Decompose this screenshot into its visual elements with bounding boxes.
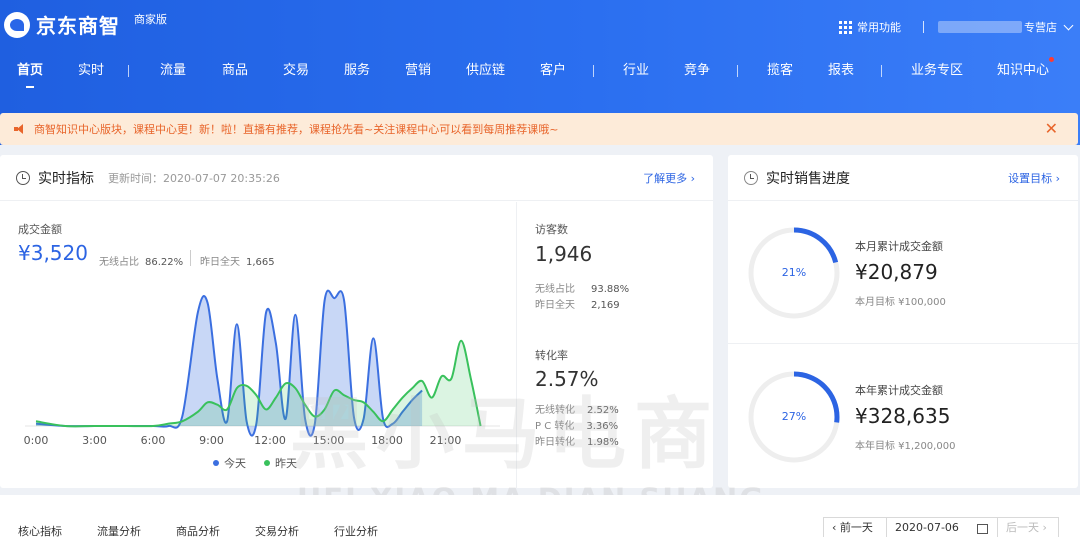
sales-divider <box>728 343 1078 344</box>
jd-logo-icon <box>4 11 30 38</box>
top-right-tools: 常用功能 专营店 <box>839 18 1080 36</box>
notice-bar: 商智知识中心版块，课程中心更！新！啦！直播有推荐，课程抢先看~关注课程中心可以看… <box>0 113 1078 145</box>
learn-more-link[interactable]: 了解更多 › <box>643 170 695 186</box>
nav-traffic[interactable]: 流量 <box>160 62 186 80</box>
tab-product-analysis[interactable]: 商品分析 <box>176 523 220 537</box>
brand-name: 京东商智 <box>36 14 120 38</box>
prev-day-label: 前一天 <box>839 521 873 534</box>
visitors-label: 访客数 <box>535 223 568 236</box>
x-tick-label: 9:00 <box>199 434 224 447</box>
gmv-wireless-value: 86.22% <box>145 257 184 268</box>
realtime-card-header: 实时指标 更新时间：2020-07-07 20:35:26 了解更多 › <box>0 155 713 201</box>
x-tick-label: 3:00 <box>82 434 107 447</box>
realtime-title: 实时指标 <box>38 170 94 187</box>
clock-icon <box>16 170 30 185</box>
nav-realtime[interactable]: 实时 <box>78 62 104 80</box>
year-label: 本年累计成交金额 <box>855 384 943 397</box>
nav-divider <box>593 65 594 77</box>
year-target: 本年目标 ¥1,200,000 <box>855 441 956 452</box>
visitors-wireless: 无线占比 93.88% <box>535 280 629 295</box>
month-target: 本月目标 ¥100,000 <box>855 297 946 308</box>
visitors-value: 1,946 <box>535 242 593 266</box>
chevron-down-icon[interactable] <box>1063 20 1074 30</box>
main-nav: 首页 实时 流量 商品 交易 服务 营销 供应链 客户 行业 竞争 揽客 报表 … <box>0 57 1080 88</box>
month-percent: 21% <box>781 266 807 279</box>
nav-marketing[interactable]: 营销 <box>405 62 431 80</box>
nav-products[interactable]: 商品 <box>222 62 248 80</box>
gmv-yesterday-label: 昨日全天 <box>200 257 240 268</box>
next-day-label: 后一天 <box>1006 521 1039 534</box>
x-tick-label: 0:00 <box>24 434 49 447</box>
month-value: ¥20,879 <box>855 260 938 284</box>
legend-dot-today <box>213 460 219 466</box>
set-target-link[interactable]: 设置目标 › <box>1008 170 1060 186</box>
set-target-label: 设置目标 <box>1008 172 1053 185</box>
notification-dot <box>1049 57 1055 62</box>
target-icon <box>744 170 758 185</box>
nav-divider <box>128 65 129 77</box>
nav-business-zone[interactable]: 业务专区 <box>911 62 963 80</box>
watermark-cn: 黑小马电商 <box>290 390 721 480</box>
shop-name-mask <box>938 21 1022 33</box>
gmv-value: ¥3,520 <box>18 241 88 265</box>
legend-dot-yesterday <box>264 460 270 466</box>
nav-knowledge-label: 知识中心 <box>997 63 1050 78</box>
gmv-yesterday: 昨日全天 1,665 <box>200 253 275 268</box>
common-functions-link[interactable]: 常用功能 <box>857 19 901 35</box>
visitors-wireless-label: 无线占比 <box>535 284 575 295</box>
nav-customers[interactable]: 客户 <box>540 62 566 80</box>
divider <box>923 21 924 33</box>
nav-supply-chain[interactable]: 供应链 <box>466 62 505 80</box>
tab-traffic-analysis[interactable]: 流量分析 <box>97 523 141 537</box>
visitors-yesterday-label: 昨日全天 <box>535 300 575 311</box>
brand-logo[interactable]: 京东商智 商家版 <box>4 10 167 39</box>
legend-today-label: 今天 <box>224 457 246 470</box>
shop-name[interactable]: 专营店 <box>1024 19 1057 35</box>
divider <box>190 250 191 266</box>
x-tick-label: 6:00 <box>141 434 166 447</box>
grid-icon <box>839 20 852 34</box>
gmv-wireless-label: 无线占比 <box>99 257 139 268</box>
legend-today[interactable]: 今天 <box>213 455 246 471</box>
x-tick-label: 12:00 <box>254 434 286 447</box>
tab-core-metrics[interactable]: 核心指标 <box>18 523 62 537</box>
tab-industry-analysis[interactable]: 行业分析 <box>334 523 378 537</box>
learn-more-label: 了解更多 <box>643 172 688 185</box>
speaker-icon <box>14 124 26 134</box>
gmv-wireless-share: 无线占比 86.22% <box>99 253 183 268</box>
nav-acquire[interactable]: 揽客 <box>767 62 793 80</box>
nav-reports[interactable]: 报表 <box>828 62 854 80</box>
visitors-yesterday: 昨日全天 2,169 <box>535 296 620 311</box>
nav-competition[interactable]: 竞争 <box>684 62 710 80</box>
nav-knowledge-center[interactable]: 知识中心 <box>997 57 1055 80</box>
visitors-wireless-value: 93.88% <box>591 284 630 295</box>
nav-divider <box>737 65 738 77</box>
conversion-label: 转化率 <box>535 349 568 362</box>
sales-card-header: 实时销售进度 设置目标 › <box>728 155 1078 201</box>
calendar-icon[interactable] <box>977 524 988 534</box>
tab-trade-analysis[interactable]: 交易分析 <box>255 523 299 537</box>
nav-home[interactable]: 首页 <box>17 62 43 88</box>
brand-badge: 商家版 <box>134 12 167 26</box>
nav-industry[interactable]: 行业 <box>623 62 649 80</box>
notice-text[interactable]: 商智知识中心版块，课程中心更！新！啦！直播有推荐，课程抢先看~关注课程中心可以看… <box>34 121 558 137</box>
nav-trades[interactable]: 交易 <box>283 62 309 80</box>
nav-divider <box>881 65 882 77</box>
gmv-label: 成交金额 <box>18 223 62 236</box>
year-percent: 27% <box>781 410 807 423</box>
nav-service[interactable]: 服务 <box>344 62 370 80</box>
gmv-yesterday-value: 1,665 <box>246 257 275 268</box>
prev-day-button[interactable]: ‹ 前一天 <box>823 517 887 537</box>
sales-title: 实时销售进度 <box>766 170 850 187</box>
month-label: 本月累计成交金额 <box>855 240 943 253</box>
update-time: 更新时间：2020-07-07 20:35:26 <box>108 171 280 185</box>
analysis-tab-bar: 核心指标 流量分析 商品分析 交易分析 行业分析 ‹ 前一天 2020-07-0… <box>0 495 1080 537</box>
next-day-button[interactable]: 后一天 › <box>997 517 1059 537</box>
year-value: ¥328,635 <box>855 404 951 428</box>
visitors-yesterday-value: 2,169 <box>591 300 620 311</box>
close-icon[interactable]: ✕ <box>1045 121 1058 137</box>
